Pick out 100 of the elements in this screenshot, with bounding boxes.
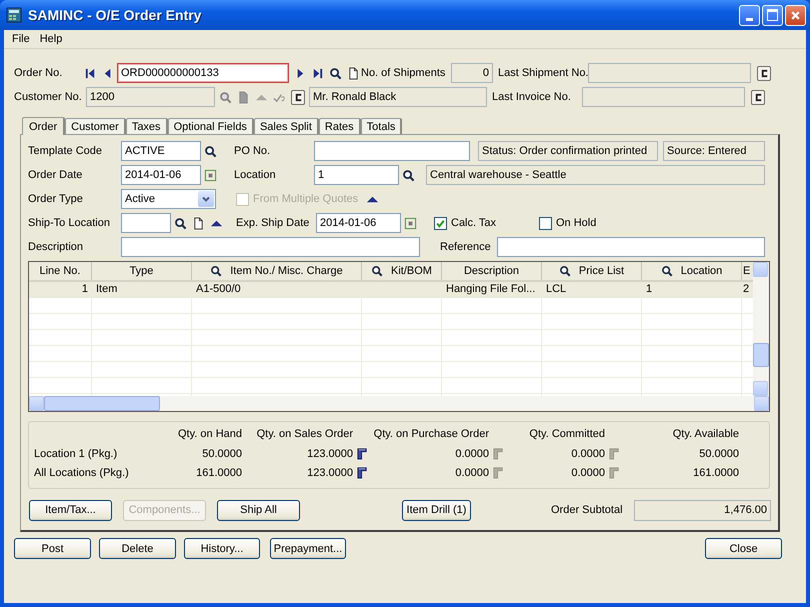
- quantity-value: 123.0000: [306, 448, 353, 460]
- input-field[interactable]: [121, 237, 420, 257]
- column-header: Qty. on Purchase Order: [372, 428, 489, 440]
- finder-button[interactable]: [751, 90, 765, 104]
- checkbox-label: From Multiple Quotes: [253, 193, 358, 205]
- search-icon[interactable]: [371, 265, 384, 277]
- checkbox[interactable]: [434, 216, 447, 230]
- read-only-field: Central warehouse - Seattle: [426, 165, 765, 185]
- horizontal-scrollbar[interactable]: [29, 396, 769, 411]
- close-button[interactable]: [785, 4, 806, 26]
- quantity-value: 0.0000: [570, 448, 605, 460]
- quantity-value: 0.0000: [454, 448, 489, 460]
- calendar-icon[interactable]: [204, 168, 217, 182]
- tab[interactable]: Sales Split: [254, 118, 319, 134]
- input-field[interactable]: 2014-01-06: [316, 213, 401, 233]
- new-document-icon[interactable]: [347, 66, 360, 80]
- input-field[interactable]: [497, 237, 765, 257]
- input-field[interactable]: ORD000000000133: [117, 63, 289, 83]
- vertical-scrollbar[interactable]: [753, 262, 769, 396]
- tab[interactable]: Taxes: [126, 118, 168, 134]
- first-record-icon[interactable]: [84, 66, 97, 80]
- footer-button[interactable]: Prepayment...: [270, 538, 346, 559]
- action-button[interactable]: Ship All: [217, 500, 300, 520]
- table-row[interactable]: 1 Item A1-500/0 Hanging File Fol... LCL 1 2: [29, 282, 753, 298]
- footer-button[interactable]: Post: [14, 538, 91, 559]
- row-label: All Locations (Pkg.): [34, 466, 130, 478]
- maximize-button[interactable]: [762, 4, 783, 26]
- field-label: Order Type: [28, 193, 84, 205]
- quantity-value: 123.0000: [306, 466, 353, 478]
- column-header: Qty. on Hand: [177, 428, 242, 440]
- footer-button[interactable]: History...: [184, 538, 260, 559]
- column-header[interactable]: Item No./ Misc. Charge: [192, 262, 362, 280]
- column-header: Qty. Committed: [528, 428, 605, 440]
- menu-item[interactable]: Help: [34, 33, 68, 45]
- quantity-value: 50.0000: [201, 448, 242, 460]
- search-icon[interactable]: [174, 216, 187, 230]
- document-icon[interactable]: [237, 90, 250, 104]
- read-only-field: Source: Entered: [663, 141, 765, 161]
- tab[interactable]: Rates: [318, 118, 361, 134]
- finder-button[interactable]: [757, 66, 771, 80]
- action-button[interactable]: Item/Tax...: [29, 500, 112, 520]
- read-only-field: 1,476.00: [634, 500, 771, 520]
- search-icon[interactable]: [204, 144, 217, 158]
- checkbox-label: On Hold: [556, 217, 596, 229]
- column-header[interactable]: Price List: [542, 262, 642, 280]
- field-label: Order Subtotal: [551, 504, 624, 516]
- calendar-icon[interactable]: [404, 216, 417, 230]
- finder-button[interactable]: [291, 90, 305, 104]
- field-label: Last Shipment No.: [498, 67, 588, 79]
- column-header[interactable]: Line No.: [29, 262, 92, 280]
- column-header: Qty. Available: [672, 428, 739, 440]
- input-field[interactable]: [314, 141, 470, 161]
- close-icon: [790, 10, 801, 20]
- quantity-value: 0.0000: [454, 466, 489, 478]
- table-cell: 1: [29, 282, 92, 297]
- checkbox-label: Calc. Tax: [451, 217, 496, 229]
- input-field[interactable]: 1: [314, 165, 399, 185]
- search-icon[interactable]: [558, 265, 571, 277]
- quantity-value: 50.0000: [698, 448, 739, 460]
- search-icon[interactable]: [329, 66, 342, 80]
- dropdown[interactable]: Active: [121, 189, 216, 209]
- search-icon[interactable]: [660, 265, 673, 277]
- table-cell: LCL: [542, 282, 642, 297]
- column-header[interactable]: Description: [442, 262, 542, 280]
- menu-item[interactable]: File: [7, 33, 35, 45]
- tab[interactable]: Order: [22, 117, 66, 135]
- checkbox[interactable]: [539, 216, 552, 230]
- minimize-button[interactable]: [739, 4, 760, 26]
- field-label: Reference: [440, 241, 492, 253]
- tab[interactable]: Totals: [360, 118, 402, 134]
- window-title: SAMINC - O/E Order Entry: [28, 7, 202, 23]
- column-header[interactable]: Kit/BOM: [362, 262, 442, 280]
- action-button: Components...: [123, 500, 206, 520]
- item-drill-button[interactable]: Item Drill (1): [402, 500, 471, 520]
- tab[interactable]: Optional Fields: [168, 118, 254, 134]
- input-field[interactable]: [121, 213, 171, 233]
- field-label: Customer No.: [14, 91, 83, 103]
- close-button[interactable]: Close: [705, 538, 782, 559]
- field-label: Order No.: [14, 67, 64, 79]
- bracket-icon: [294, 92, 302, 102]
- column-header[interactable]: Location: [642, 262, 742, 280]
- tab[interactable]: Customer: [65, 118, 126, 134]
- drill-down-icon[interactable]: [356, 466, 369, 479]
- read-only-field: 0: [451, 63, 493, 83]
- field-label: Last Invoice No.: [492, 91, 572, 103]
- table-cell: Hanging File Fol...: [442, 282, 542, 297]
- input-field[interactable]: 2014-01-06: [121, 165, 201, 185]
- column-header[interactable]: Type: [92, 262, 192, 280]
- search-icon[interactable]: [402, 168, 415, 182]
- input-field[interactable]: ACTIVE: [121, 141, 201, 161]
- field-label: PO No.: [234, 145, 272, 157]
- last-record-icon[interactable]: [311, 66, 324, 80]
- footer-button[interactable]: Delete: [99, 538, 176, 559]
- column-header: Qty. on Sales Order: [256, 428, 353, 440]
- drill-down-icon[interactable]: [356, 447, 369, 460]
- quantity-value: 161.0000: [195, 466, 242, 478]
- field-label: Location: [234, 169, 277, 181]
- search-icon[interactable]: [210, 265, 222, 277]
- new-document-icon[interactable]: [192, 216, 205, 230]
- field-label: Template Code: [28, 145, 103, 157]
